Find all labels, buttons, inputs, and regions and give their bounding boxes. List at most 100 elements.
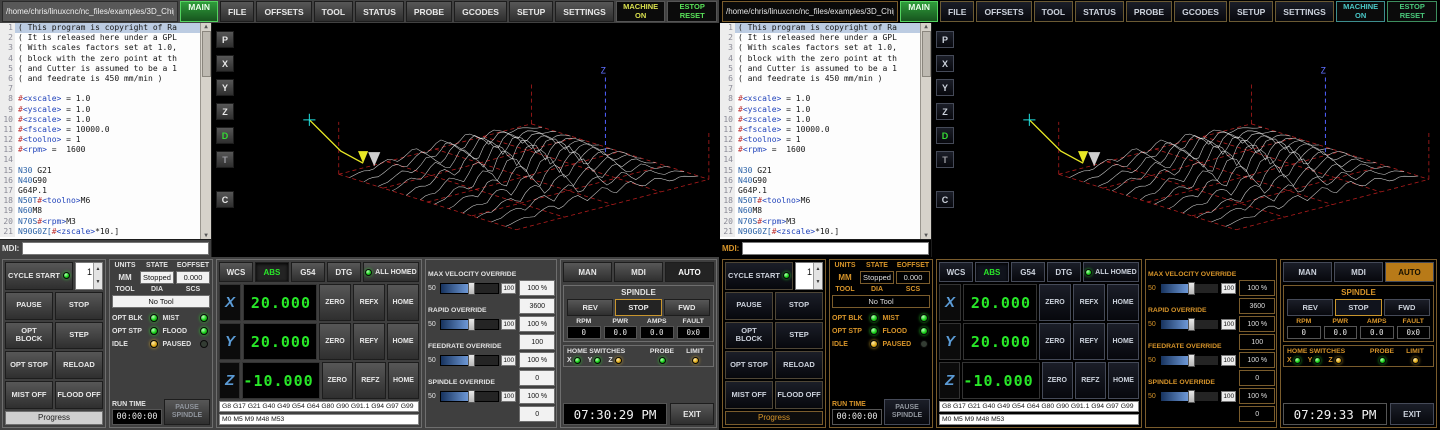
menu-file[interactable]: FILE — [220, 1, 254, 22]
axis-z-button[interactable]: Z — [219, 362, 240, 399]
max-velocity-slider[interactable]: 50100 — [428, 280, 516, 296]
zero-x-button[interactable]: ZERO — [1039, 284, 1071, 321]
spindle-override-slider[interactable]: 50100 — [1148, 388, 1236, 404]
editor-scrollbar[interactable]: ▲▼ — [920, 23, 931, 239]
view-dimensions-button[interactable]: D — [216, 127, 234, 144]
menu-settings[interactable]: SETTINGS — [1275, 1, 1334, 22]
slider-track[interactable] — [440, 391, 499, 402]
opt-block-button[interactable]: OPT BLOCK — [725, 322, 773, 350]
home-x-button[interactable]: HOME — [387, 284, 419, 321]
code-line[interactable]: 3( With scales factors set at 1.0, — [0, 43, 200, 53]
zero-z-button[interactable]: ZERO — [1042, 362, 1073, 399]
rapid-override-slider[interactable]: 50100 — [428, 316, 516, 332]
mdi-input[interactable] — [22, 242, 209, 255]
all-homed-indicator[interactable]: ALL HOMED — [363, 262, 419, 282]
axis-x-button[interactable]: X — [219, 284, 241, 321]
tab-abs[interactable]: ABS — [255, 262, 289, 282]
flood-off-button[interactable]: FLOOD OFF — [775, 381, 823, 409]
code-line[interactable]: 5( and Cutter is assumed to be a 1 — [720, 64, 920, 74]
code-line[interactable]: 21N90G0Z[#<zscale>*10.] — [0, 227, 200, 237]
slider-track[interactable] — [1160, 283, 1219, 294]
code-line[interactable]: 17G64P.1 — [0, 186, 200, 196]
max-velocity-slider[interactable]: 50100 — [1148, 280, 1236, 296]
estop-reset-button[interactable]: ESTOP RESET — [1387, 1, 1437, 22]
code-line[interactable]: 11#<fscale> = 10000.0 — [0, 125, 200, 135]
tab-dtg[interactable]: DTG — [327, 262, 361, 282]
code-line[interactable]: 19N60M8 — [0, 206, 200, 216]
mode-auto-button[interactable]: AUTO — [665, 262, 714, 282]
reload-button[interactable]: RELOAD — [55, 351, 103, 379]
machine-on-button[interactable]: MACHINE ON — [1336, 1, 1386, 22]
slider-handle[interactable] — [468, 390, 475, 403]
view-y-button[interactable]: Y — [216, 79, 234, 96]
tab-g54[interactable]: G54 — [1011, 262, 1045, 282]
code-line[interactable]: 1( This program is copyright of Ra — [0, 23, 200, 33]
view-z-button[interactable]: Z — [216, 103, 234, 120]
menu-offsets[interactable]: OFFSETS — [256, 1, 311, 22]
code-line[interactable]: 12#<toolno> = 1 — [720, 135, 920, 145]
code-line[interactable]: 15N30 G21 — [720, 166, 920, 176]
zero-z-button[interactable]: ZERO — [322, 362, 353, 399]
feedrate-override-slider[interactable]: 50100 — [428, 352, 516, 368]
cycle-count-spinner[interactable]: 1▲▼ — [75, 262, 103, 290]
code-line[interactable]: 14 — [0, 155, 200, 165]
menu-probe[interactable]: PROBE — [1126, 1, 1172, 22]
code-line[interactable]: 10#<zscale> = 1.0 — [0, 115, 200, 125]
slider-handle[interactable] — [1188, 318, 1195, 331]
mode-man-button[interactable]: MAN — [1283, 262, 1332, 282]
mdi-input[interactable] — [742, 242, 929, 255]
code-line[interactable]: 5( and Cutter is assumed to be a 1 — [0, 64, 200, 74]
code-line[interactable]: 9#<yscale> = 1.0 — [720, 105, 920, 115]
mode-man-button[interactable]: MAN — [563, 262, 612, 282]
code-line[interactable]: 21N90G0Z[#<zscale>*10.] — [720, 227, 920, 237]
slider-track[interactable] — [1160, 391, 1219, 402]
code-line[interactable]: 6( and feedrate is 450 mm/min ) — [0, 74, 200, 84]
slider-track[interactable] — [440, 283, 499, 294]
menu-setup[interactable]: SETUP — [1229, 1, 1273, 22]
code-line[interactable]: 16N40G90 — [720, 176, 920, 186]
home-x-button[interactable]: HOME — [1107, 284, 1139, 321]
home-z-button[interactable]: HOME — [1108, 362, 1139, 399]
view-clear-button[interactable]: C — [936, 191, 954, 208]
mist-off-button[interactable]: MIST OFF — [5, 381, 53, 409]
ref-z-button[interactable]: REFZ — [1075, 362, 1106, 399]
spindle-rev-button[interactable]: REV — [1287, 299, 1333, 316]
estop-reset-button[interactable]: ESTOP RESET — [667, 1, 717, 22]
spindle-override-slider[interactable]: 50100 — [428, 388, 516, 404]
rapid-override-slider[interactable]: 50100 — [1148, 316, 1236, 332]
file-path-input[interactable] — [722, 1, 898, 22]
menu-tool[interactable]: TOOL — [314, 1, 353, 22]
slider-track[interactable] — [440, 319, 499, 330]
opt-block-button[interactable]: OPT BLOCK — [5, 322, 53, 350]
code-line[interactable]: 7 — [0, 84, 200, 94]
scroll-down-icon[interactable]: ▼ — [924, 232, 928, 239]
gcode-editor[interactable]: 1( This program is copyright of Ra 2( It… — [720, 23, 931, 239]
code-line[interactable]: 18N50T#<toolno>M6 — [0, 196, 200, 206]
code-line[interactable]: 10#<zscale> = 1.0 — [720, 115, 920, 125]
code-line[interactable]: 12#<toolno> = 1 — [0, 135, 200, 145]
zero-y-button[interactable]: ZERO — [1039, 323, 1071, 360]
code-line[interactable]: 11#<fscale> = 10000.0 — [720, 125, 920, 135]
slider-track[interactable] — [1160, 355, 1219, 366]
mode-mdi-button[interactable]: MDI — [1334, 262, 1383, 282]
code-line[interactable]: 15N30 G21 — [0, 166, 200, 176]
slider-track[interactable] — [440, 355, 499, 366]
view-tool-button[interactable]: T — [216, 151, 234, 168]
step-button[interactable]: STEP — [55, 322, 103, 350]
menu-probe[interactable]: PROBE — [406, 1, 452, 22]
tab-wcs[interactable]: WCS — [939, 262, 973, 282]
feedrate-override-slider[interactable]: 50100 — [1148, 352, 1236, 368]
scroll-down-icon[interactable]: ▼ — [204, 232, 208, 239]
file-path-input[interactable] — [2, 1, 178, 22]
zero-x-button[interactable]: ZERO — [319, 284, 351, 321]
tab-g54[interactable]: G54 — [291, 262, 325, 282]
tab-dtg[interactable]: DTG — [1047, 262, 1081, 282]
ref-z-button[interactable]: REFZ — [355, 362, 386, 399]
spindle-fwd-button[interactable]: FWD — [664, 299, 710, 316]
opt-stop-button[interactable]: OPT STOP — [5, 351, 53, 379]
slider-handle[interactable] — [468, 282, 475, 295]
code-line[interactable]: 19N60M8 — [720, 206, 920, 216]
menu-gcodes[interactable]: GCODES — [454, 1, 507, 22]
code-line[interactable]: 4( block with the zero point at th — [0, 54, 200, 64]
slider-track[interactable] — [1160, 319, 1219, 330]
